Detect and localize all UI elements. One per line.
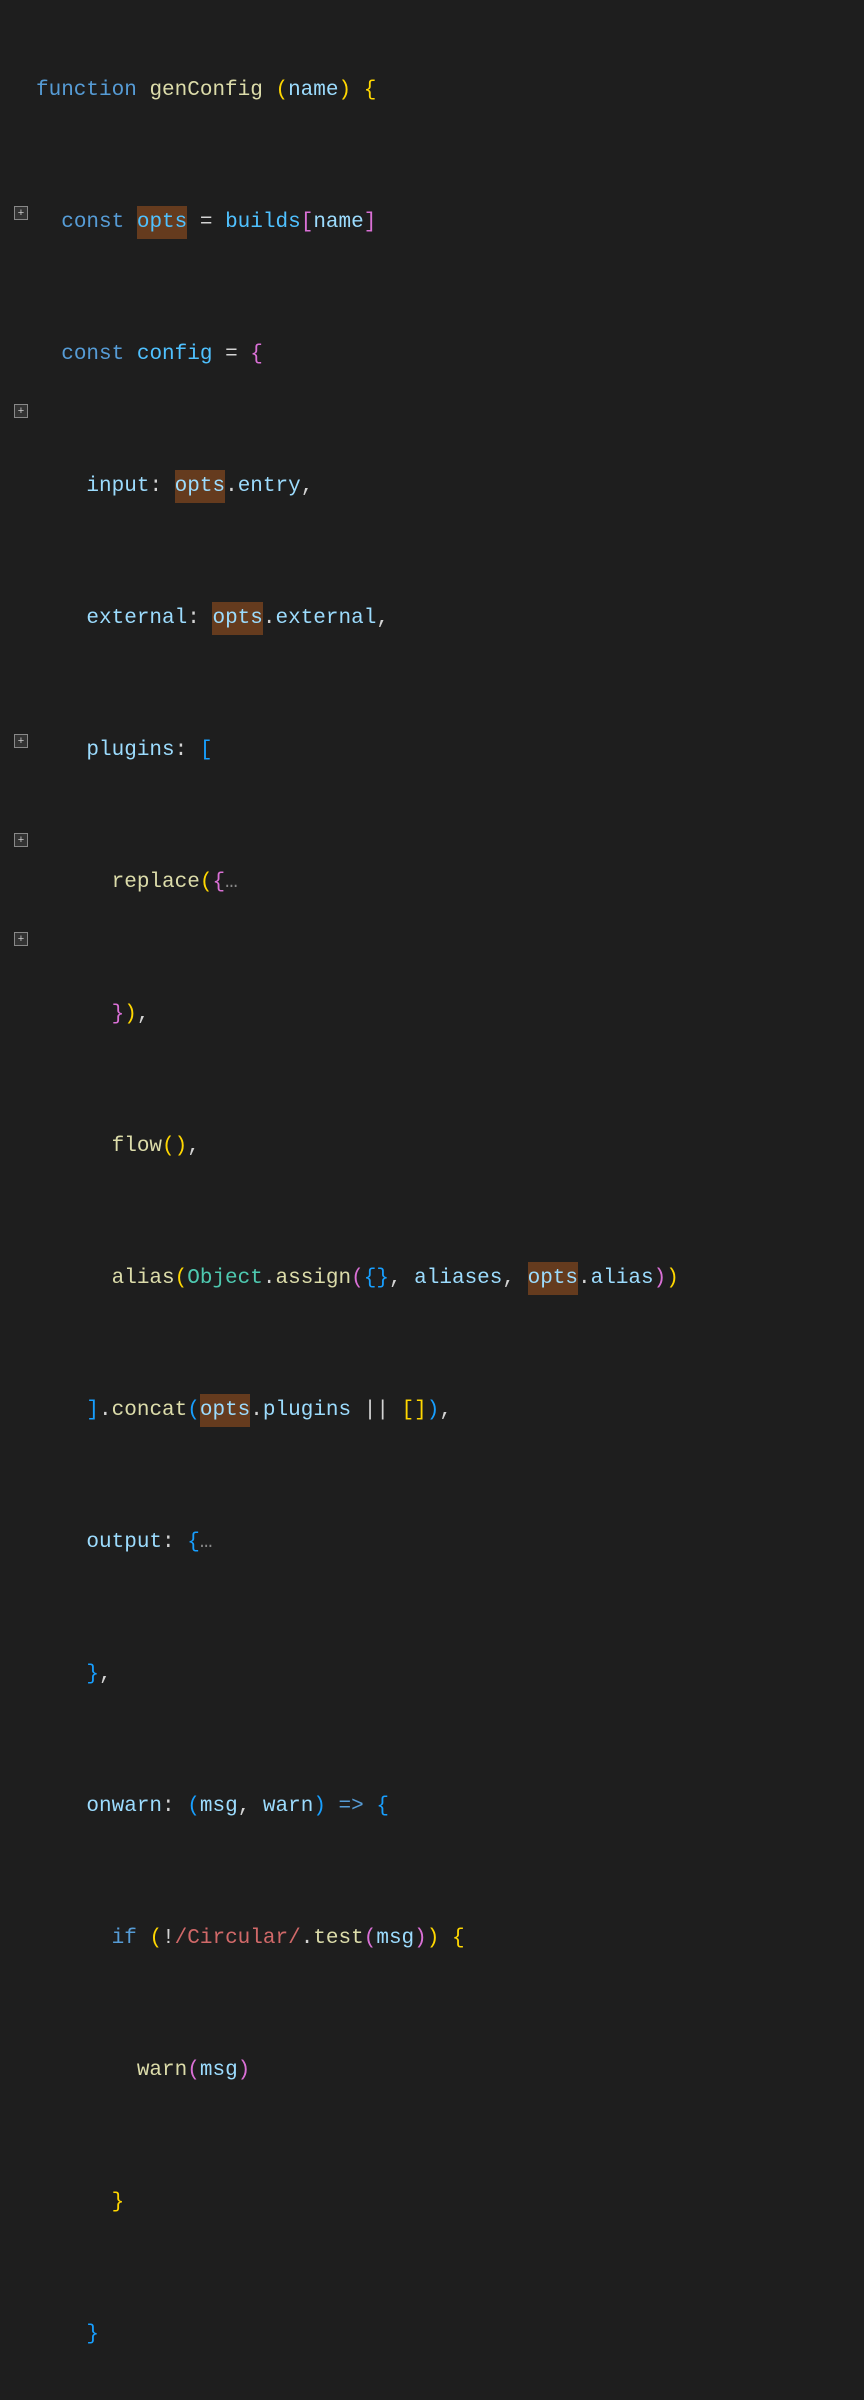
code-line[interactable]: if (!/Circular/.test(msg)) {	[36, 1922, 864, 1955]
code-editor: + + + + + function genConfig (name) { co…	[0, 0, 864, 1200]
code-line[interactable]: output: {…	[36, 1526, 864, 1559]
code-line[interactable]: ].concat(opts.plugins || []),	[36, 1394, 864, 1427]
fold-icon[interactable]: +	[14, 833, 28, 847]
code-line[interactable]: const config = {	[36, 338, 864, 371]
code-line[interactable]: warn(msg)	[36, 2054, 864, 2087]
code-line[interactable]: onwarn: (msg, warn) => {	[36, 1790, 864, 1823]
code-line[interactable]: input: opts.entry,	[36, 470, 864, 503]
code-line[interactable]: external: opts.external,	[36, 602, 864, 635]
fold-icon[interactable]: +	[14, 404, 28, 418]
code-line[interactable]: }	[36, 2318, 864, 2351]
code-line[interactable]: plugins: [	[36, 734, 864, 767]
code-line[interactable]: },	[36, 1658, 864, 1691]
code-line[interactable]: const opts = builds[name]	[36, 206, 864, 239]
gutter: + + + + +	[0, 0, 36, 1200]
fold-icon[interactable]: +	[14, 734, 28, 748]
code-line[interactable]: alias(Object.assign({}, aliases, opts.al…	[36, 1262, 864, 1295]
fold-icon[interactable]: +	[14, 932, 28, 946]
fold-icon[interactable]: +	[14, 206, 28, 220]
code-line[interactable]: function genConfig (name) {	[36, 74, 864, 107]
code-line[interactable]: replace({…	[36, 866, 864, 899]
code-area[interactable]: function genConfig (name) { const opts =…	[36, 0, 864, 1200]
code-line[interactable]: }	[36, 2186, 864, 2219]
code-line[interactable]: }),	[36, 998, 864, 1031]
code-line[interactable]: flow(),	[36, 1130, 864, 1163]
